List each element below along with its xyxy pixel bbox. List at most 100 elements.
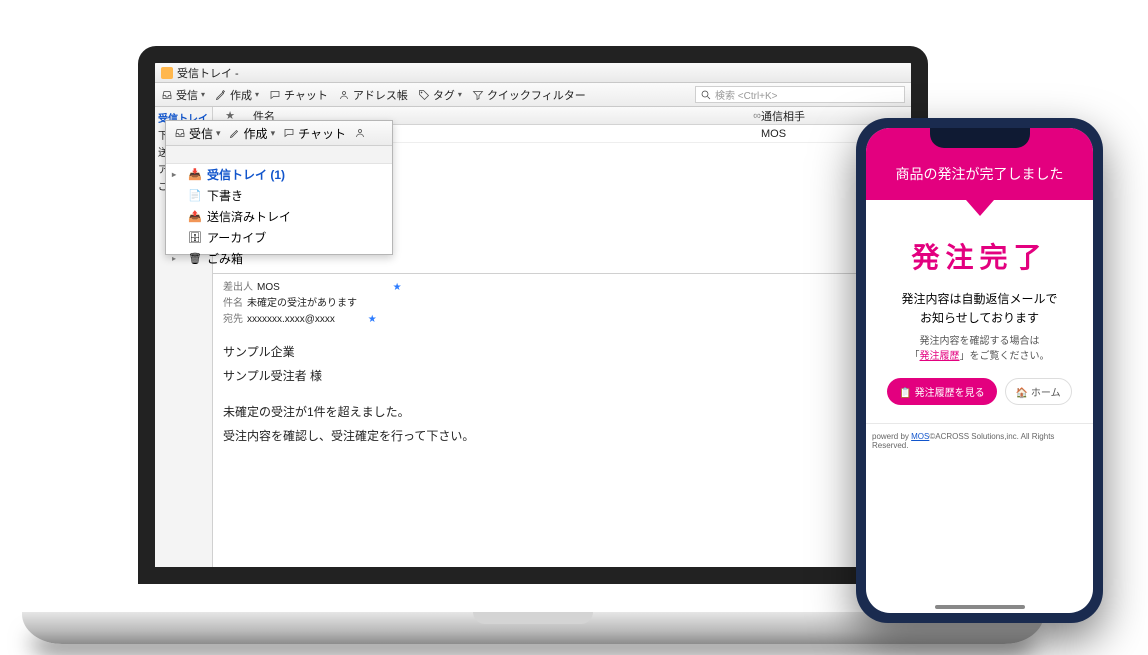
- phone-banner-text: 商品の発注が完了しました: [896, 166, 1064, 182]
- tree-expand-icon[interactable]: ▸: [172, 254, 176, 263]
- compose-label: 作成: [244, 125, 268, 142]
- home-indicator[interactable]: [935, 605, 1025, 609]
- trash-icon: 🗑: [188, 252, 202, 266]
- phone-content: 発注完了 発注内容は自動返信メールで お知らせしております 発注内容を確認する場…: [866, 216, 1093, 423]
- folder-label: アーカイブ: [207, 229, 266, 246]
- message-meta: 差出人 MOS ★ 件名未確定の受注があります 宛先 xxxxxxx.xxxx@xx…: [223, 280, 901, 328]
- quickfilter-button[interactable]: クイックフィルター: [472, 87, 586, 103]
- star-icon[interactable]: ★: [368, 314, 377, 325]
- receive-label: 受信: [189, 125, 213, 142]
- compose-button[interactable]: 作成 ▾: [215, 87, 259, 103]
- receive-button[interactable]: 受信▾: [174, 125, 221, 142]
- main-toolbar: 受信 ▾ 作成 ▾ チャット アドレス帳 タグ: [155, 83, 911, 107]
- order-history-link[interactable]: 発注履歴: [920, 351, 960, 362]
- to-label: 宛先: [223, 314, 243, 325]
- from-label: 差出人: [223, 282, 253, 293]
- archive-icon: 🗄: [188, 231, 202, 245]
- message-body: サンプル企業 サンプル受注者 様 未確定の受注が1件を超えました。 受注内容を確…: [223, 340, 901, 448]
- phone-lead: 発注内容は自動返信メールで お知らせしております: [878, 290, 1081, 328]
- folder-label: ごみ箱: [207, 250, 243, 267]
- body-blank: [223, 388, 901, 400]
- chevron-down-icon: ▾: [271, 128, 276, 139]
- search-placeholder: 検索 <Ctrl+K>: [715, 87, 778, 102]
- overlay-toolbar: 受信▾ 作成▾ チャット: [166, 121, 392, 146]
- phone-screen: 商品の発注が完了しました 発注完了 発注内容は自動返信メールで お知らせしており…: [866, 128, 1093, 613]
- addressbook-label: アドレス帳: [353, 87, 408, 103]
- chevron-down-icon: ▾: [458, 90, 462, 99]
- filter-icon: [472, 89, 484, 101]
- star-icon[interactable]: ★: [393, 282, 402, 293]
- phone-lead-line: 発注内容は自動返信メールで: [901, 292, 1057, 306]
- footer-prefix: powerd by: [872, 432, 911, 441]
- account-row[interactable]: [166, 146, 392, 164]
- tree-expand-icon[interactable]: ▸: [172, 170, 176, 179]
- drafts-icon: 📄: [188, 189, 202, 203]
- phone-heading: 発注完了: [878, 236, 1081, 276]
- folder-label: 下書き: [207, 187, 243, 204]
- pencil-icon: [229, 127, 241, 139]
- inbox-icon: [174, 127, 186, 139]
- laptop-notch: [473, 612, 593, 624]
- chevron-down-icon: ▾: [255, 90, 259, 99]
- folder-label: 送信済みトレイ: [207, 208, 291, 225]
- folder-archive[interactable]: 🗄 アーカイブ: [166, 227, 392, 248]
- folder-drafts[interactable]: 📄 下書き: [166, 185, 392, 206]
- search-icon: [700, 89, 712, 101]
- addressbook-button[interactable]: [354, 127, 366, 139]
- phone-footer: powerd by MOS©ACROSS Solutions,inc. All …: [866, 423, 1093, 458]
- receive-button[interactable]: 受信 ▾: [161, 87, 205, 103]
- folder-trash[interactable]: ▸ 🗑 ごみ箱: [166, 248, 392, 269]
- phone-buttons: 📋 発注履歴を見る 🏠 ホーム: [878, 378, 1081, 405]
- message-preview-pane: 差出人 MOS ★ 件名未確定の受注があります 宛先 xxxxxxx.xxxx@xx…: [213, 273, 911, 567]
- inbox-icon: 📥: [188, 168, 202, 182]
- folder-inbox[interactable]: ▸ 📥 受信トレイ (1): [166, 164, 392, 185]
- chat-icon: [283, 127, 295, 139]
- phone-lead-line: お知らせしております: [920, 311, 1039, 325]
- window-titlebar: 受信トレイ -: [155, 63, 911, 83]
- compose-label: 作成: [230, 87, 252, 103]
- chat-icon: [269, 89, 281, 101]
- search-input[interactable]: 検索 <Ctrl+K>: [695, 86, 905, 103]
- view-order-history-button[interactable]: 📋 発注履歴を見る: [887, 378, 996, 405]
- message-to: xxxxxxx.xxxx@xxxx: [247, 314, 335, 325]
- sent-icon: 📤: [188, 210, 202, 224]
- overlay-folder-list: ▸ 📥 受信トレイ (1) 📄 下書き 📤 送信済みトレイ 🗄 アーカイブ ▸ 🗑 ごみ箱: [166, 164, 392, 269]
- body-line: 未確定の受注が1件を超えました。: [223, 400, 901, 424]
- tag-label: タグ: [433, 87, 455, 103]
- tag-button[interactable]: タグ ▾: [418, 87, 462, 103]
- phone-sub-line: 発注内容を確認する場合は: [920, 336, 1040, 347]
- banner-triangle: [966, 200, 994, 216]
- message-subject: 未確定の受注があります: [247, 298, 357, 309]
- chat-label: チャット: [298, 125, 346, 142]
- folder-label: 受信トレイ (1): [207, 166, 285, 183]
- addressbook-button[interactable]: アドレス帳: [338, 87, 408, 103]
- inbox-icon: [161, 89, 173, 101]
- person-icon: [354, 127, 366, 139]
- phone-notch: [930, 128, 1030, 148]
- home-button-label: ホーム: [1031, 388, 1061, 399]
- body-line: サンプル受注者 様: [223, 364, 901, 388]
- home-button[interactable]: 🏠 ホーム: [1005, 378, 1072, 405]
- tag-icon: [418, 89, 430, 101]
- body-line: サンプル企業: [223, 340, 901, 364]
- window-title: 受信トレイ -: [177, 65, 239, 81]
- app-icon: [161, 67, 173, 79]
- chat-button[interactable]: チャット: [283, 125, 346, 142]
- message-from: MOS: [257, 282, 280, 293]
- person-icon: [338, 89, 350, 101]
- chat-button[interactable]: チャット: [269, 87, 328, 103]
- footer-brand-link[interactable]: MOS: [911, 432, 929, 441]
- primary-button-label: 発注履歴を見る: [915, 388, 985, 399]
- receive-label: 受信: [176, 87, 198, 103]
- phone-sub-suffix: 」をご覧ください。: [960, 351, 1050, 362]
- phone-subtext: 発注内容を確認する場合は 「発注履歴」をご覧ください。: [878, 334, 1081, 364]
- pencil-icon: [215, 89, 227, 101]
- quickfilter-label: クイックフィルター: [487, 87, 586, 103]
- subject-label: 件名: [223, 298, 243, 309]
- compose-button[interactable]: 作成▾: [229, 125, 276, 142]
- folder-overlay-panel: 受信▾ 作成▾ チャット ▸📥受信トレイ (1) 📄下書き 📤送信済みトレイ 🗄…: [165, 120, 393, 255]
- phone-device: 商品の発注が完了しました 発注完了 発注内容は自動返信メールで お知らせしており…: [856, 118, 1103, 623]
- body-line: 受注内容を確認し、受注確定を行って下さい。: [223, 424, 901, 448]
- folder-sent[interactable]: 📤 送信済みトレイ: [166, 206, 392, 227]
- chat-label: チャット: [284, 87, 328, 103]
